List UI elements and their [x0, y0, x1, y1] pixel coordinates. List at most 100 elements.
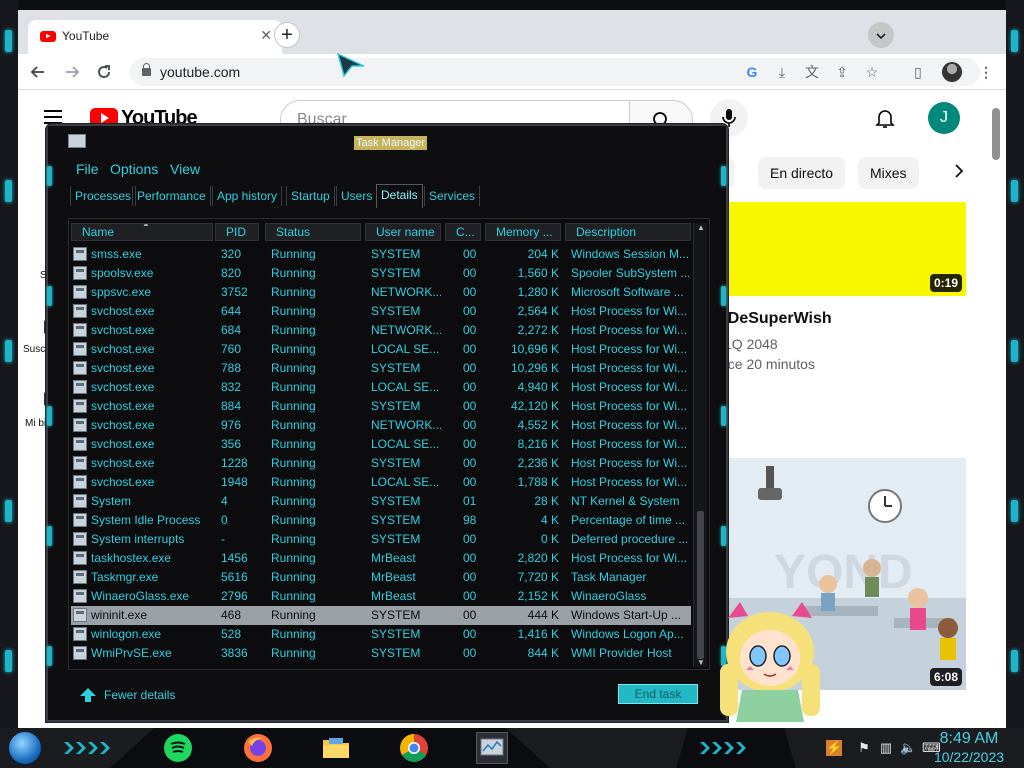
tab-startup[interactable]: Startup: [286, 186, 335, 206]
process-row[interactable]: svchost.exe 788 Running SYSTEM 00 10,296 K Hos…: [71, 359, 691, 378]
page-scrollbar[interactable]: [992, 108, 1000, 160]
tab-services[interactable]: Services: [424, 186, 481, 206]
chrome-icon[interactable]: [398, 732, 430, 764]
column-header-description[interactable]: Description: [565, 223, 691, 241]
column-header-status[interactable]: Status: [265, 223, 361, 241]
scroll-down-arrow-icon[interactable]: ▼: [697, 658, 705, 667]
tab-performance[interactable]: Performance: [132, 186, 211, 206]
process-row[interactable]: svchost.exe 976 Running NETWORK... 00 4,552 K…: [71, 416, 691, 435]
notifications-button[interactable]: [874, 107, 896, 134]
cell-memory: 2,820 K: [517, 551, 559, 565]
cell-memory: 444 K: [527, 608, 559, 622]
column-header-memory[interactable]: Memory ...: [485, 223, 561, 241]
column-header-pid[interactable]: PID: [215, 223, 259, 241]
column-header-username[interactable]: User name: [365, 223, 441, 241]
process-row[interactable]: svchost.exe 644 Running SYSTEM 00 2,564 K Host…: [71, 302, 691, 321]
process-row[interactable]: svchost.exe 1228 Running SYSTEM 00 2,236 K Hos…: [71, 454, 691, 473]
cell-cpu: 00: [463, 247, 477, 261]
cell-user: MrBeast: [371, 570, 416, 584]
flag-icon[interactable]: ⚑: [856, 740, 872, 756]
new-tab-button[interactable]: +: [274, 22, 300, 48]
close-tab-icon[interactable]: ✕: [260, 27, 272, 44]
reload-button[interactable]: [92, 60, 116, 84]
kebab-menu-icon[interactable]: ⋮: [974, 60, 998, 84]
process-list-scrollbar[interactable]: ▲ ▼: [693, 223, 707, 667]
cell-name: svchost.exe: [91, 304, 155, 318]
address-bar[interactable]: youtube.com G ⤓ 文 ⇪ ☆: [130, 58, 980, 86]
process-row[interactable]: WinaeroGlass.exe 2796 Running MrBeast 00 2,15…: [71, 587, 691, 606]
process-row[interactable]: smss.exe 320 Running SYSTEM 00 204 K Windows S…: [71, 245, 691, 264]
tab-details[interactable]: Details: [376, 184, 423, 208]
chips-next-arrow-icon[interactable]: [954, 162, 964, 185]
task-manager-taskbar-icon[interactable]: [476, 732, 508, 764]
network-icon[interactable]: ▥: [878, 740, 894, 756]
process-row[interactable]: spoolsv.exe 820 Running SYSTEM 00 1,560 K Spoo…: [71, 264, 691, 283]
process-row[interactable]: svchost.exe 884 Running SYSTEM 00 42,120 K Hos…: [71, 397, 691, 416]
start-button[interactable]: [8, 731, 42, 765]
url-text[interactable]: youtube.com: [160, 64, 240, 80]
scroll-up-arrow-icon[interactable]: ▲: [697, 223, 705, 232]
volume-icon[interactable]: 🔈: [900, 740, 916, 756]
column-header-cpu[interactable]: C...: [445, 223, 481, 241]
process-row[interactable]: WmiPrvSE.exe 3836 Running SYSTEM 00 844 K WMI …: [71, 644, 691, 663]
chip-mixes[interactable]: Mixes: [858, 157, 919, 189]
lock-icon[interactable]: [142, 63, 151, 76]
google-lens-icon[interactable]: G: [742, 62, 762, 82]
process-row[interactable]: sppsvc.exe 3752 Running NETWORK... 00 1,280 K…: [71, 283, 691, 302]
file-explorer-icon[interactable]: [320, 732, 352, 764]
process-row[interactable]: winlogon.exe 528 Running SYSTEM 00 1,416 K Win…: [71, 625, 691, 644]
tab-users[interactable]: Users: [336, 186, 378, 206]
tab-search-button[interactable]: [868, 22, 894, 48]
tab-app-history[interactable]: App history: [212, 186, 283, 206]
cell-name: wininit.exe: [91, 608, 148, 622]
process-row[interactable]: System interrupts - Running SYSTEM 00 0 K Defe…: [71, 530, 691, 549]
process-row[interactable]: wininit.exe 468 Running SYSTEM 00 444 K Window…: [71, 606, 691, 625]
account-avatar[interactable]: J: [928, 102, 960, 134]
chip-en-directo[interactable]: En directo: [758, 157, 846, 189]
video-channel[interactable]: LQ 2048: [724, 336, 778, 352]
column-header-name[interactable]: Name ▲: [71, 223, 213, 241]
hamburger-menu-icon[interactable]: [44, 110, 62, 124]
process-row[interactable]: taskhostex.exe 1456 Running MrBeast 00 2,820 …: [71, 549, 691, 568]
process-row[interactable]: svchost.exe 832 Running LOCAL SE... 00 4,940 …: [71, 378, 691, 397]
cell-description: NT Kernel & System: [571, 494, 680, 508]
scrollbar-thumb[interactable]: [697, 511, 704, 659]
side-panel-icon[interactable]: ▯: [906, 60, 930, 84]
cell-status: Running: [271, 608, 316, 622]
install-app-icon[interactable]: ⤓: [772, 62, 792, 82]
cell-pid: 976: [221, 418, 242, 432]
video-thumbnail[interactable]: 0:19: [718, 202, 966, 296]
process-row[interactable]: System 4 Running SYSTEM 01 28 K NT Kernel & Sy…: [71, 492, 691, 511]
menu-view[interactable]: View: [170, 161, 200, 177]
process-row[interactable]: svchost.exe 1948 Running LOCAL SE... 00 1,788…: [71, 473, 691, 492]
menu-bar: File Options View: [68, 158, 708, 180]
taskbar-clock[interactable]: 8:49 AM 10/22/2023: [926, 730, 1012, 766]
translate-icon[interactable]: 文: [802, 62, 822, 82]
firefox-icon[interactable]: [242, 732, 274, 764]
tray-app-icon[interactable]: ⚡: [826, 740, 842, 756]
cell-user: SYSTEM: [371, 399, 421, 413]
spotify-icon[interactable]: [162, 732, 194, 764]
process-row[interactable]: svchost.exe 684 Running NETWORK... 00 2,272 K…: [71, 321, 691, 340]
end-task-button[interactable]: End task: [618, 684, 698, 704]
profile-avatar[interactable]: [942, 62, 962, 82]
tab-youtube[interactable]: YouTube ✕: [28, 20, 282, 54]
forward-button[interactable]: [60, 60, 84, 84]
bookmark-star-icon[interactable]: ☆: [862, 62, 882, 82]
back-button[interactable]: [26, 60, 50, 84]
tab-processes[interactable]: Processes: [70, 186, 137, 206]
process-row[interactable]: svchost.exe 356 Running LOCAL SE... 00 8,216 …: [71, 435, 691, 454]
menu-options[interactable]: Options: [110, 161, 158, 177]
menu-file[interactable]: File: [76, 161, 99, 177]
process-row[interactable]: Taskmgr.exe 5616 Running MrBeast 00 7,720 K Ta…: [71, 568, 691, 587]
cell-name: svchost.exe: [91, 456, 155, 470]
process-row[interactable]: System Idle Process 0 Running SYSTEM 98 4 K Pe…: [71, 511, 691, 530]
video-title[interactable]: nDeSuperWish: [718, 310, 832, 328]
task-manager-titlebar[interactable]: Task Manager: [48, 126, 726, 158]
share-icon[interactable]: ⇪: [832, 62, 852, 82]
cell-pid: 884: [221, 399, 242, 413]
process-icon: [73, 551, 87, 565]
cell-name: smss.exe: [91, 247, 142, 261]
right-frame-decoration: [1006, 0, 1024, 728]
process-row[interactable]: svchost.exe 760 Running LOCAL SE... 00 10,696…: [71, 340, 691, 359]
